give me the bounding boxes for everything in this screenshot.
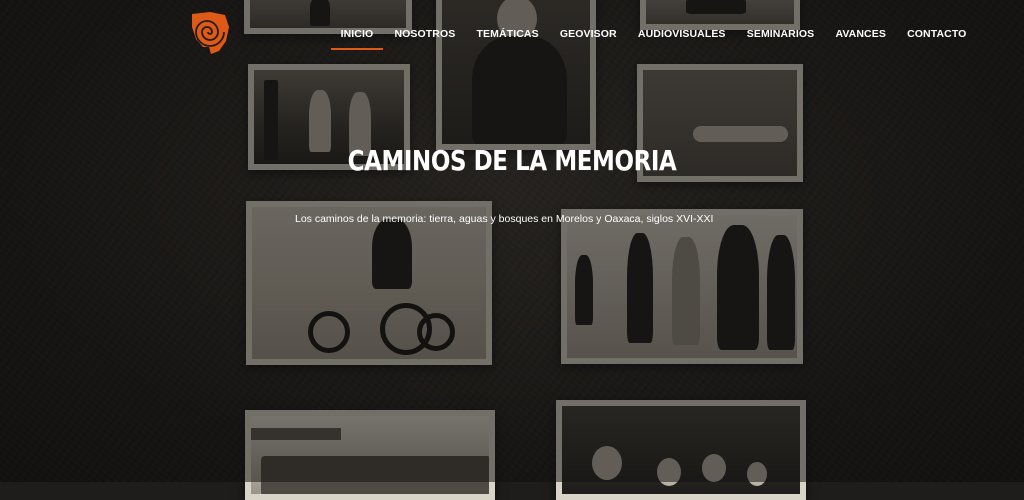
background-photo-building-crowd (245, 410, 495, 500)
nav-item-seminarios[interactable]: SEMINARIOS (736, 22, 825, 50)
nav-item-avances[interactable]: AVANCES (825, 22, 897, 50)
site-header: INICIO NOSOTROS TEMÁTICAS GEOVISOR AUDIO… (0, 0, 1024, 70)
page-subtitle: Los caminos de la memoria: tierra, aguas… (295, 213, 714, 225)
nav-item-contacto[interactable]: CONTACTO (897, 22, 978, 50)
nav-item-inicio[interactable]: INICIO (330, 22, 384, 50)
background-photo-group-portrait (556, 400, 806, 500)
nav-item-tematicas[interactable]: TEMÁTICAS (466, 22, 549, 50)
background-photo-child-on-tricycle (246, 201, 492, 365)
background-photo-crowd-walking (561, 209, 803, 364)
nav-item-audiovisuales[interactable]: AUDIOVISUALES (627, 22, 736, 50)
main-navigation: INICIO NOSOTROS TEMÁTICAS GEOVISOR AUDIO… (330, 22, 977, 50)
page-title: CAMINOS DE LA MEMORIA (347, 144, 677, 177)
spiral-logo-icon[interactable] (189, 9, 231, 55)
nav-item-geovisor[interactable]: GEOVISOR (549, 22, 627, 50)
nav-item-nosotros[interactable]: NOSOTROS (384, 22, 466, 50)
